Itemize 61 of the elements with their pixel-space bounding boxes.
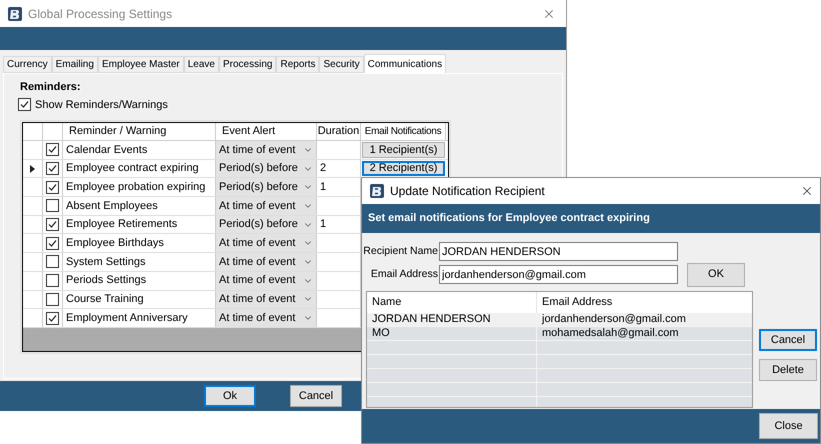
column-header: Email Notifications (361, 123, 446, 140)
table-cell: JORDAN HENDERSON (367, 313, 537, 326)
window-title: Update Notification Recipient (390, 183, 546, 200)
checkbox[interactable] (46, 199, 59, 212)
current-row-icon (30, 164, 35, 173)
dialog-button[interactable]: Ok (204, 385, 256, 407)
recipients-button[interactable]: 1 Recipient(s) (362, 142, 445, 158)
table-cell: MO (367, 327, 537, 340)
table-cell-text: mohamedsalah@gmail.com (541, 327, 680, 340)
column-header: Reminder / Warning (63, 123, 216, 140)
checkbox[interactable] (18, 98, 31, 112)
checkbox[interactable] (46, 180, 59, 194)
checkbox[interactable] (46, 312, 59, 325)
window-title: Global Processing Settings (28, 6, 174, 22)
ok-button[interactable]: OK (687, 262, 745, 286)
column-header: Email Address (541, 295, 614, 310)
text-field[interactable]: JORDAN HENDERSON (439, 242, 678, 261)
field-label: Email Address (370, 266, 438, 282)
recipients-button[interactable]: 2 Recipient(s) (362, 160, 445, 176)
checkbox[interactable] (46, 162, 59, 176)
table-cell-text: jordanhenderson@gmail.com (540, 313, 687, 326)
dialog-heading: Set email notifications for Employee contract expiring (368, 211, 650, 226)
section-label: Reminders: (20, 80, 82, 95)
tab[interactable]: Emailing (52, 56, 98, 73)
text-field[interactable]: jordanhenderson@gmail.com (439, 265, 678, 284)
tab[interactable]: Leave (184, 56, 219, 73)
event-alert-dropdown[interactable]: At time of event (216, 197, 317, 215)
checkbox[interactable] (46, 274, 59, 288)
tab[interactable]: Employee Master (98, 56, 184, 73)
checkbox[interactable] (46, 143, 59, 156)
tab[interactable]: Currency (3, 56, 52, 73)
close-button[interactable]: Close (759, 413, 818, 439)
table-cell: 2 (317, 160, 361, 178)
checkbox-label: Show Reminders/Warnings (35, 98, 168, 112)
checkbox[interactable] (46, 218, 59, 232)
event-alert-dropdown[interactable]: Period(s) before (216, 160, 317, 178)
tab[interactable]: Reports (276, 56, 320, 73)
event-alert-dropdown[interactable]: At time of event (216, 272, 317, 290)
event-alert-dropdown[interactable]: At time of event (216, 309, 317, 327)
event-alert-dropdown[interactable]: At time of event (216, 253, 317, 271)
list-row[interactable]: JORDAN HENDERSON jordanhenderson@gmail.com (367, 313, 752, 327)
app-logo-icon (370, 184, 384, 198)
event-alert-dropdown[interactable]: At time of event (216, 290, 317, 308)
dialog-button[interactable]: Cancel (290, 385, 342, 407)
checkbox[interactable] (46, 255, 59, 268)
event-alert-dropdown[interactable]: Period(s) before (216, 178, 317, 196)
tab[interactable]: Security (319, 56, 364, 73)
event-alert-dropdown[interactable]: At time of event (216, 141, 317, 159)
dialog-button[interactable]: Delete (759, 359, 817, 381)
field-label: Recipient Name (363, 244, 438, 259)
list-row[interactable]: MO mohamedsalah@gmail.com (367, 327, 752, 341)
tab[interactable]: Processing (219, 56, 276, 73)
column-header: Duration (317, 123, 361, 140)
column-header: Event Alert (216, 123, 317, 140)
checkbox[interactable] (46, 236, 59, 250)
event-alert-dropdown[interactable]: Period(s) before (216, 216, 317, 234)
tab[interactable]: Communications (364, 54, 446, 73)
app-logo-icon (8, 6, 22, 20)
event-alert-dropdown[interactable]: At time of event (216, 234, 317, 252)
checkbox[interactable] (46, 292, 59, 306)
dialog-button[interactable]: Cancel (759, 329, 817, 351)
